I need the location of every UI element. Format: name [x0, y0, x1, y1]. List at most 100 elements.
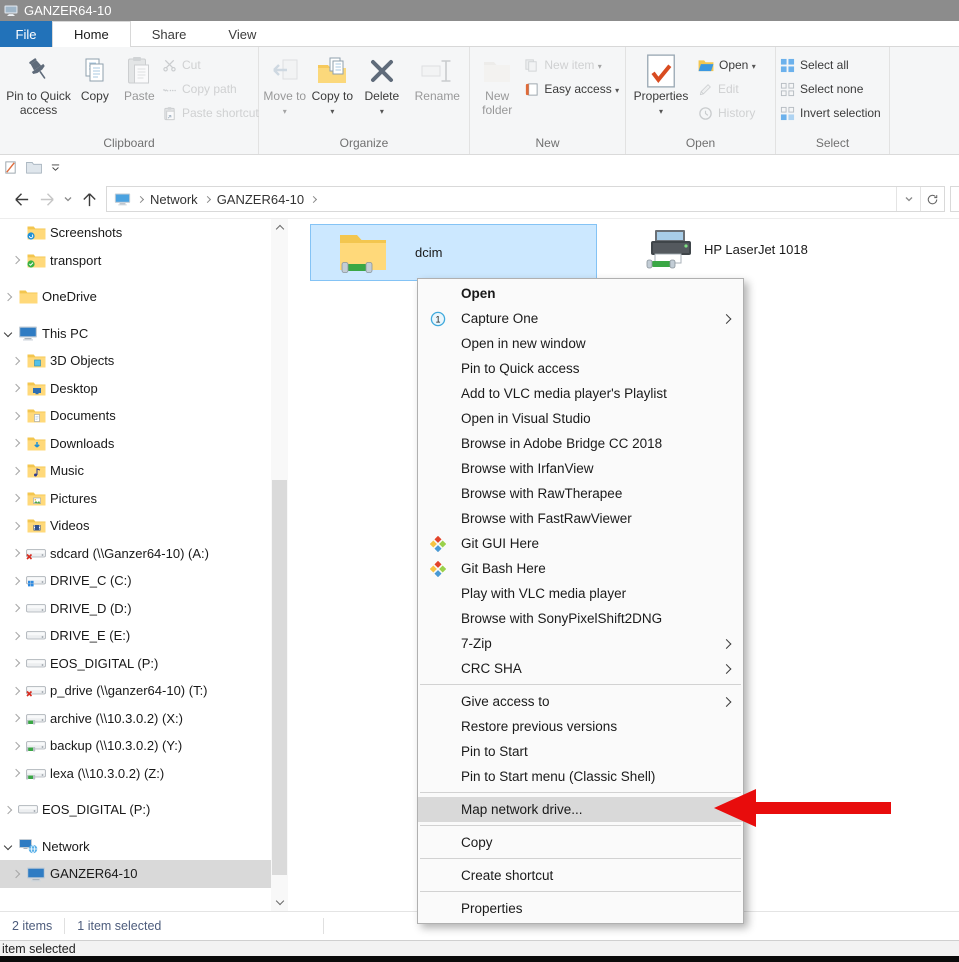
new-item-button[interactable]: New item ▾ [524, 53, 621, 77]
cut-button[interactable]: Cut [162, 53, 254, 77]
menu-item-open-in-new-window[interactable]: Open in new window [418, 331, 743, 356]
sidebar-item-screenshots[interactable]: Screenshots [0, 219, 271, 247]
breadcrumb-ganzer64-10[interactable]: GANZER64-10 [217, 192, 304, 207]
chevron-right-icon[interactable] [8, 252, 24, 268]
address-computer-icon[interactable] [114, 192, 131, 206]
scrollbar-thumb[interactable] [272, 480, 287, 875]
chevron-right-icon[interactable] [8, 866, 24, 882]
copy-button[interactable]: Copy [73, 51, 116, 103]
chevron-right-icon[interactable] [8, 518, 24, 534]
paste-shortcut-button[interactable]: Paste shortcut [162, 101, 254, 125]
sidebar-item-documents[interactable]: Documents [0, 402, 271, 430]
properties-button[interactable]: Properties▾ [630, 51, 692, 117]
sidebar-item-drive-c-c[interactable]: DRIVE_C (C:) [0, 567, 271, 595]
recent-locations-chevron[interactable] [60, 186, 76, 212]
forward-button[interactable] [34, 186, 60, 212]
qat-new-folder-icon[interactable] [26, 161, 42, 174]
menu-item-give-access-to[interactable]: Give access to [418, 689, 743, 714]
chevron-down-icon[interactable] [0, 325, 16, 341]
breadcrumb-chevron-icon[interactable] [310, 196, 317, 203]
sidebar-item-this-pc[interactable]: This PC [0, 320, 271, 348]
menu-item-map-network-drive[interactable]: Map network drive... [418, 797, 743, 822]
new-folder-button[interactable]: New folder [474, 51, 520, 117]
breadcrumb-chevron-icon[interactable] [204, 196, 211, 203]
invert-selection-icon-button[interactable]: Invert selection [780, 101, 885, 125]
scroll-down-icon[interactable] [271, 894, 288, 911]
menu-item-open-in-visual-studio[interactable]: Open in Visual Studio [418, 406, 743, 431]
sidebar-item-eos-digital-p[interactable]: EOS_DIGITAL (P:) [0, 650, 271, 678]
sidebar-item-drive-d-d[interactable]: DRIVE_D (D:) [0, 595, 271, 623]
pin-to-quick-access-button[interactable]: Pin to Quick access [4, 51, 73, 117]
tab-file[interactable]: File [0, 21, 52, 47]
paste-button[interactable]: Paste [117, 51, 162, 103]
easy-access-button[interactable]: Easy access ▾ [524, 77, 621, 101]
menu-item-pin-to-start-menu-classic-shell[interactable]: Pin to Start menu (Classic Shell) [418, 764, 743, 789]
menu-item-capture-one[interactable]: 1Capture One [418, 306, 743, 331]
sidebar-item-eos-digital-p[interactable]: EOS_DIGITAL (P:) [0, 796, 271, 824]
copy-path-button[interactable]: Copy path [162, 77, 254, 101]
tab-share[interactable]: Share [131, 21, 208, 47]
breadcrumb-network[interactable]: Network [150, 192, 198, 207]
qat-customize-chevron-icon[interactable] [50, 162, 61, 173]
sidebar-item-music[interactable]: Music [0, 457, 271, 485]
sidebar-item-p-drive-ganzer64-10-t[interactable]: p_drive (\\ganzer64-10) (T:) [0, 677, 271, 705]
menu-item-browse-with-sonypixelshift2dng[interactable]: Browse with SonyPixelShift2DNG [418, 606, 743, 631]
sidebar-item-pictures[interactable]: Pictures [0, 485, 271, 513]
sidebar-item-transport[interactable]: transport [0, 247, 271, 275]
menu-item-browse-with-irfanview[interactable]: Browse with IrfanView [418, 456, 743, 481]
menu-item-git-bash-here[interactable]: Git Bash Here [418, 556, 743, 581]
sidebar-item-drive-e-e[interactable]: DRIVE_E (E:) [0, 622, 271, 650]
chevron-right-icon[interactable] [8, 573, 24, 589]
menu-item-browse-with-rawtherapee[interactable]: Browse with RawTherapee [418, 481, 743, 506]
address-bar[interactable]: Network GANZER64-10 [106, 186, 945, 212]
sidebar-item-ganzer64-10[interactable]: GANZER64-10 [0, 860, 271, 888]
chevron-right-icon[interactable] [8, 683, 24, 699]
file-tile-hp-laserjet[interactable]: HP LaserJet 1018 [638, 224, 928, 274]
menu-item-create-shortcut[interactable]: Create shortcut [418, 863, 743, 888]
edit-button[interactable]: Edit [698, 77, 770, 101]
chevron-right-icon[interactable] [8, 380, 24, 396]
select-all-button[interactable]: Select all [780, 53, 885, 77]
sidebar-item-sdcard-ganzer64-10-a[interactable]: sdcard (\\Ganzer64-10) (A:) [0, 540, 271, 568]
menu-item-7-zip[interactable]: 7-Zip [418, 631, 743, 656]
tab-view[interactable]: View [207, 21, 277, 47]
sidebar-item-3d-objects[interactable]: 3D Objects [0, 347, 271, 375]
sidebar-item-lexa-10-3-0-2-z[interactable]: lexa (\\10.3.0.2) (Z:) [0, 760, 271, 788]
scroll-up-icon[interactable] [271, 219, 288, 236]
chevron-right-icon[interactable] [8, 628, 24, 644]
copy-to-button[interactable]: Copy to ▾ [311, 51, 355, 117]
sidebar-item-desktop[interactable]: Desktop [0, 375, 271, 403]
breadcrumb-chevron-icon[interactable] [137, 196, 144, 203]
chevron-right-icon[interactable] [8, 710, 24, 726]
menu-item-add-to-vlc-media-player-s-playlist[interactable]: Add to VLC media player's Playlist [418, 381, 743, 406]
sidebar-item-videos[interactable]: Videos [0, 512, 271, 540]
open-button[interactable]: Open ▾ [698, 53, 770, 77]
chevron-right-icon[interactable] [8, 738, 24, 754]
menu-item-properties[interactable]: Properties [418, 896, 743, 921]
up-button[interactable] [76, 186, 102, 212]
chevron-right-icon[interactable] [8, 435, 24, 451]
move-to-button[interactable]: Move to ▾ [263, 51, 307, 117]
menu-item-browse-with-fastrawviewer[interactable]: Browse with FastRawViewer [418, 506, 743, 531]
sidebar-scrollbar[interactable] [271, 219, 288, 911]
chevron-right-icon[interactable] [8, 490, 24, 506]
menu-item-git-gui-here[interactable]: Git GUI Here [418, 531, 743, 556]
qat-properties-icon[interactable] [3, 160, 18, 175]
back-button[interactable] [8, 186, 34, 212]
menu-item-pin-to-quick-access[interactable]: Pin to Quick access [418, 356, 743, 381]
address-dropdown-chevron[interactable] [896, 187, 920, 211]
sidebar-item-archive-10-3-0-2-x[interactable]: archive (\\10.3.0.2) (X:) [0, 705, 271, 733]
refresh-button[interactable] [920, 187, 944, 211]
select-none-button[interactable]: Select none [780, 77, 885, 101]
menu-item-pin-to-start[interactable]: Pin to Start [418, 739, 743, 764]
chevron-down-icon[interactable] [0, 838, 16, 854]
menu-item-crc-sha[interactable]: CRC SHA [418, 656, 743, 681]
sidebar-item-downloads[interactable]: Downloads [0, 430, 271, 458]
chevron-right-icon[interactable] [8, 655, 24, 671]
chevron-right-icon[interactable] [0, 289, 16, 305]
delete-button[interactable]: Delete▾ [358, 51, 406, 117]
menu-item-browse-in-adobe-bridge-cc-2018[interactable]: Browse in Adobe Bridge CC 2018 [418, 431, 743, 456]
history-button[interactable]: History [698, 101, 770, 125]
chevron-right-icon[interactable] [8, 463, 24, 479]
search-input[interactable] [950, 186, 959, 212]
